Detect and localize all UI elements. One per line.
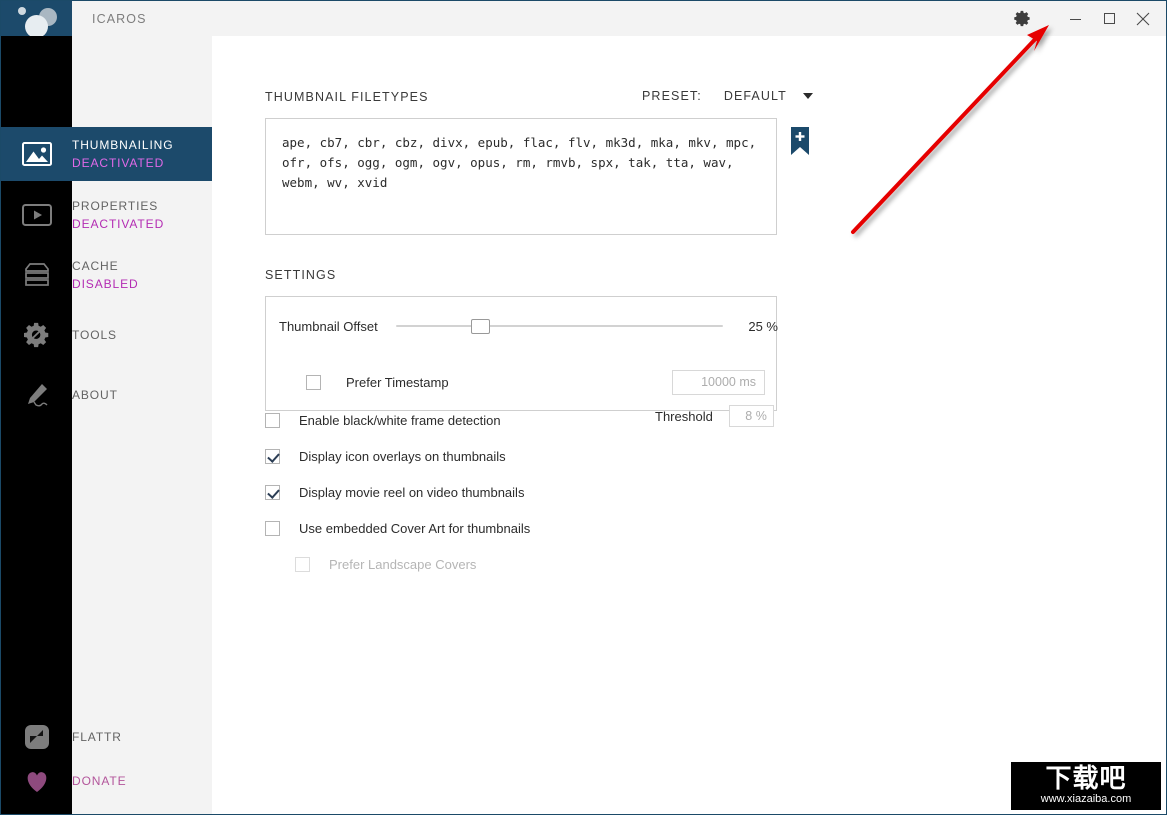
thumbnail-offset-row: Thumbnail Offset 25 % bbox=[266, 297, 778, 355]
option-label: Display movie reel on video thumbnails bbox=[299, 484, 525, 500]
sidebar-item-label: THUMBNAILING bbox=[72, 138, 174, 152]
option-label: Prefer Landscape Covers bbox=[329, 556, 477, 572]
window-controls bbox=[1000, 1, 1166, 36]
sidebar-item-label: ABOUT bbox=[72, 388, 118, 402]
watermark-text: 下载吧 bbox=[1045, 764, 1127, 794]
thumbnail-offset-label: Thumbnail Offset bbox=[279, 318, 378, 334]
title-bar: ICAROS bbox=[1, 1, 1166, 38]
option-label: Use embedded Cover Art for thumbnails bbox=[299, 520, 531, 536]
sidebar-item-properties[interactable]: PROPERTIES DEACTIVATED bbox=[1, 188, 212, 242]
sidebar-item-label: CACHE bbox=[72, 259, 119, 273]
bookmark-add-icon[interactable] bbox=[791, 127, 809, 155]
prefer-timestamp-checkbox[interactable] bbox=[306, 375, 321, 390]
sidebar-item-status: DEACTIVATED bbox=[72, 217, 165, 231]
heart-icon bbox=[1, 754, 72, 808]
option-row-movie-reel[interactable]: Display movie reel on video thumbnails bbox=[265, 481, 777, 503]
sidebar-item-status: DEACTIVATED bbox=[72, 156, 165, 170]
sidebar-item-tools[interactable]: TOOLS bbox=[1, 308, 212, 362]
main-content: THUMBNAIL FILETYPES PRESET: DEFAULT SETT… bbox=[212, 36, 1166, 814]
option-label: Display icon overlays on thumbnails bbox=[299, 448, 506, 464]
preset-dropdown[interactable]: PRESET: DEFAULT bbox=[642, 89, 813, 103]
settings-heading: SETTINGS bbox=[265, 268, 337, 282]
sidebar-item-cache[interactable]: CACHE DISABLED bbox=[1, 248, 212, 302]
settings-panel: Thumbnail Offset 25 % Prefer Timestamp 1… bbox=[265, 296, 778, 411]
landscape-covers-checkbox bbox=[295, 556, 310, 572]
minimize-button[interactable] bbox=[1060, 1, 1090, 36]
threshold-group: Threshold 8 % bbox=[655, 405, 774, 427]
slider-track bbox=[395, 325, 723, 327]
icon-overlays-checkbox[interactable] bbox=[265, 448, 280, 464]
image-icon bbox=[1, 127, 72, 181]
option-row-cover-art[interactable]: Use embedded Cover Art for thumbnails bbox=[265, 517, 777, 539]
gear-icon[interactable] bbox=[1000, 1, 1044, 36]
preset-label: PRESET: bbox=[642, 89, 702, 103]
threshold-label: Threshold bbox=[655, 408, 713, 424]
thumbnail-offset-value: 25 % bbox=[748, 318, 778, 334]
sidebar-item-label: DONATE bbox=[72, 774, 127, 788]
site-watermark: 下载吧 www.xiazaiba.com bbox=[1011, 762, 1161, 810]
option-row-landscape-covers: Prefer Landscape Covers bbox=[265, 553, 777, 575]
sidebar-item-label: TOOLS bbox=[72, 328, 117, 342]
thumbnail-filetypes-heading: THUMBNAIL FILETYPES bbox=[265, 90, 429, 104]
icaros-bubbles-logo bbox=[1, 1, 72, 38]
pen-signature-icon bbox=[1, 368, 72, 422]
option-label: Enable black/white frame detection bbox=[299, 412, 501, 428]
timestamp-ms-input[interactable]: 10000 ms bbox=[672, 370, 765, 395]
option-row-icon-overlays[interactable]: Display icon overlays on thumbnails bbox=[265, 445, 777, 467]
app-title: ICAROS bbox=[92, 11, 147, 26]
prefer-timestamp-row: Prefer Timestamp 10000 ms bbox=[266, 355, 778, 410]
sidebar-item-thumbnailing[interactable]: THUMBNAILING DEACTIVATED bbox=[1, 127, 212, 181]
disk-stack-icon bbox=[1, 248, 72, 302]
video-play-icon bbox=[1, 188, 72, 242]
cover-art-checkbox[interactable] bbox=[265, 520, 280, 536]
sidebar-item-label: PROPERTIES bbox=[72, 199, 159, 213]
watermark-url: www.xiazaiba.com bbox=[1040, 793, 1132, 805]
maximize-button[interactable] bbox=[1094, 1, 1124, 36]
prefer-timestamp-label: Prefer Timestamp bbox=[346, 375, 449, 390]
threshold-input[interactable]: 8 % bbox=[728, 405, 774, 427]
filetypes-input[interactable] bbox=[265, 118, 777, 235]
icaros-window: ICAROS THUMBNAILING DEACTIVATED PROPERTI… bbox=[0, 0, 1167, 815]
sidebar-item-donate[interactable]: DONATE bbox=[1, 754, 212, 808]
sidebar-item-about[interactable]: ABOUT bbox=[1, 368, 212, 422]
sidebar: THUMBNAILING DEACTIVATED PROPERTIES DEAC… bbox=[1, 36, 212, 814]
thumbnail-offset-slider[interactable] bbox=[395, 317, 723, 335]
slider-thumb[interactable] bbox=[470, 319, 490, 334]
movie-reel-checkbox[interactable] bbox=[265, 484, 280, 500]
black-white-detection-checkbox[interactable] bbox=[265, 412, 280, 428]
sidebar-item-status: DISABLED bbox=[72, 277, 139, 291]
chevron-down-icon bbox=[802, 93, 813, 99]
sidebar-item-label: FLATTR bbox=[72, 730, 122, 744]
gear-wrench-icon bbox=[1, 308, 72, 362]
close-button[interactable] bbox=[1128, 1, 1158, 36]
preset-selected-value: DEFAULT bbox=[723, 89, 787, 103]
